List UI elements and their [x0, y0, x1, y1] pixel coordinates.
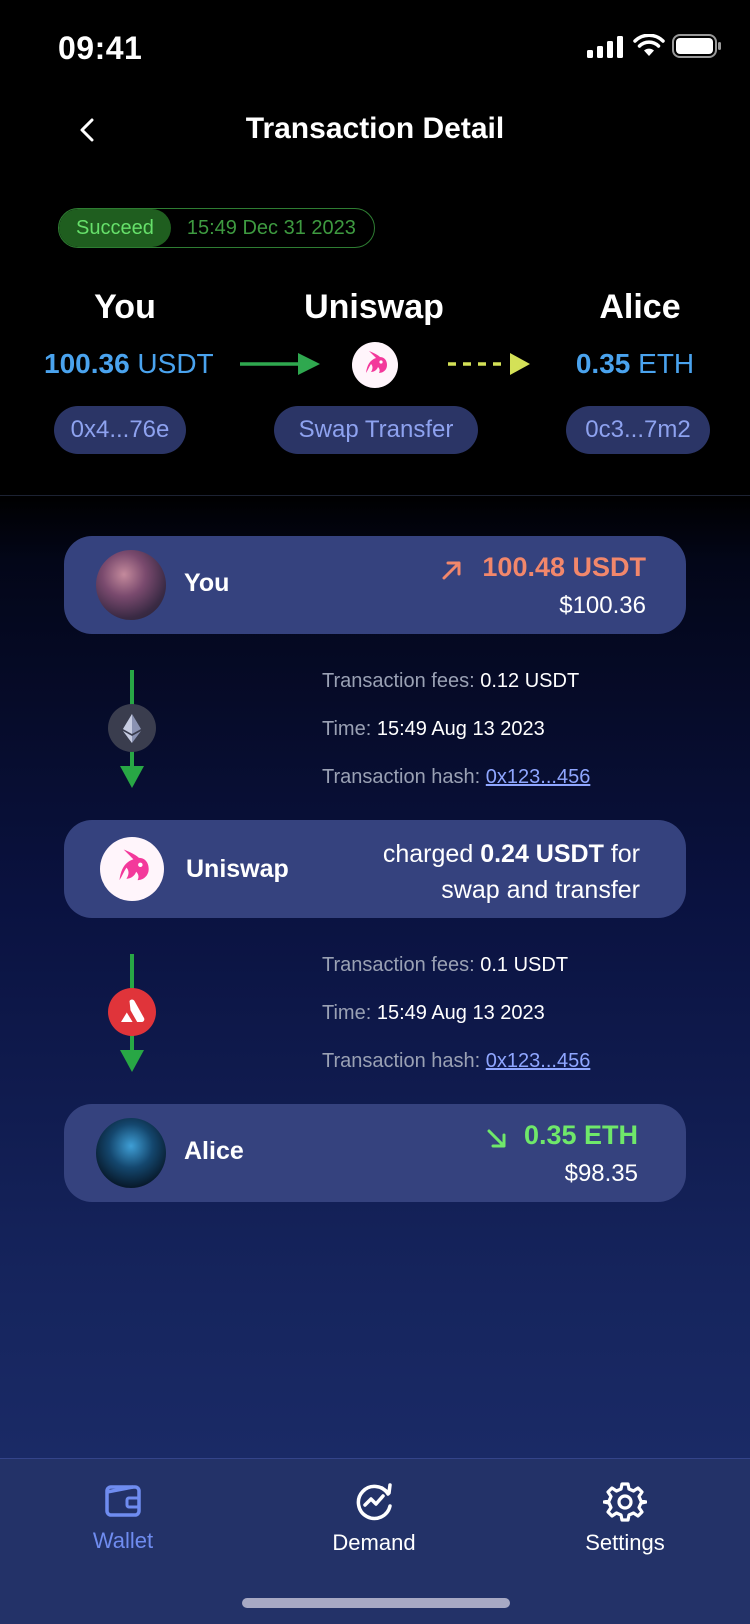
leg2-hash: Transaction hash: 0x123...456: [322, 1050, 590, 1073]
from-amount-unit: USDT: [137, 348, 214, 379]
gear-icon: [602, 1480, 648, 1524]
via-name: Uniswap: [304, 288, 444, 326]
from-name: You: [94, 288, 156, 326]
hash-link[interactable]: 0x123...456: [486, 1050, 591, 1072]
router-name: Uniswap: [186, 855, 289, 883]
battery-icon: [672, 34, 722, 58]
tab-demand[interactable]: Demand: [274, 1480, 474, 1556]
hash-label: Transaction hash:: [322, 766, 481, 788]
to-amount: 0.35 ETH: [560, 348, 710, 380]
leg1-fees: Transaction fees: 0.12 USDT: [322, 670, 579, 693]
from-amount-value: 100.36: [44, 348, 130, 379]
charge-amount: 0.24 USDT: [480, 840, 604, 868]
time-label: Time:: [322, 718, 372, 740]
app-screen: { "status_bar": {"time": "09:41"}, "head…: [0, 0, 750, 1624]
receiver-usd: $98.35: [564, 1160, 638, 1187]
fees-label: Transaction fees:: [322, 954, 475, 976]
swap-type-chip[interactable]: Swap Transfer: [274, 406, 478, 454]
receiver-avatar: [96, 1118, 166, 1188]
home-indicator: [242, 1598, 510, 1608]
page-title: Transaction Detail: [245, 112, 505, 145]
section-divider: [0, 495, 750, 496]
to-address-chip[interactable]: 0c3...7m2: [566, 406, 710, 454]
charge-pre: charged: [382, 840, 474, 868]
charge-mid: for: [610, 840, 640, 868]
tab-settings[interactable]: Settings: [525, 1480, 725, 1556]
demand-icon: [352, 1480, 396, 1524]
sent-arrow-icon: [440, 558, 464, 582]
flow-arrow-2-icon: [120, 1050, 144, 1074]
sender-amount: 100.48 USDT: [482, 552, 646, 582]
sender-card: You 100.48 USDT $100.36: [64, 536, 686, 634]
wallet-icon: [103, 1480, 143, 1520]
charge-post: swap and transfer: [441, 876, 640, 904]
receiver-card: Alice 0.35 ETH $98.35: [64, 1104, 686, 1202]
tab-demand-label: Demand: [332, 1530, 416, 1555]
to-amount-value: 0.35: [575, 348, 631, 379]
fees-value: 0.1 USDT: [480, 954, 569, 976]
uniswap-logo-icon: [352, 342, 398, 388]
router-card: Uniswap charged 0.24 USDT for swap and t…: [64, 820, 686, 918]
flow-arrow-1-icon: [120, 766, 144, 790]
tab-settings-label: Settings: [585, 1530, 665, 1555]
status-time: 09:41: [58, 30, 143, 66]
receiver-amount: 0.35 ETH: [523, 1120, 638, 1150]
transaction-date: 15:49 Dec 31 2023: [186, 216, 356, 239]
tab-wallet-label: Wallet: [92, 1528, 154, 1553]
sender-name: You: [184, 569, 230, 597]
leg1-time: Time: 15:49 Aug 13 2023: [322, 718, 545, 741]
router-charge-text: charged 0.24 USDT for swap and transfer: [383, 836, 640, 908]
received-arrow-icon: [484, 1126, 508, 1150]
tab-wallet[interactable]: Wallet: [23, 1480, 223, 1554]
fees-label: Transaction fees:: [322, 670, 475, 692]
receiver-name: Alice: [184, 1137, 244, 1165]
hash-link[interactable]: 0x123...456: [486, 766, 591, 788]
to-name: Alice: [599, 288, 681, 326]
fees-value: 0.12 USDT: [480, 670, 580, 692]
green-arrow-icon: [240, 350, 322, 378]
time-label: Time:: [322, 1002, 372, 1024]
from-amount: 100.36 USDT: [44, 348, 224, 380]
signal-icon: [587, 36, 623, 58]
status-badge: Succeed: [59, 209, 171, 247]
from-address-chip[interactable]: 0x4...76e: [54, 406, 186, 454]
sender-usd: $100.36: [559, 592, 646, 619]
dashed-arrow-icon: [448, 350, 530, 378]
uniswap-avatar-icon: [100, 837, 164, 901]
leg1-hash: Transaction hash: 0x123...456: [322, 766, 590, 789]
time-value: 15:49 Aug 13 2023: [376, 718, 545, 740]
status-pill: Succeed 15:49 Dec 31 2023: [58, 208, 375, 248]
leg2-fees: Transaction fees: 0.1 USDT: [322, 954, 568, 977]
time-value: 15:49 Aug 13 2023: [376, 1002, 545, 1024]
avalanche-icon: [108, 988, 156, 1036]
ethereum-icon: [108, 704, 156, 752]
leg2-time: Time: 15:49 Aug 13 2023: [322, 1002, 545, 1025]
to-amount-unit: ETH: [638, 348, 695, 379]
sender-avatar: [96, 550, 166, 620]
wifi-icon: [633, 33, 665, 58]
hash-label: Transaction hash:: [322, 1050, 481, 1072]
